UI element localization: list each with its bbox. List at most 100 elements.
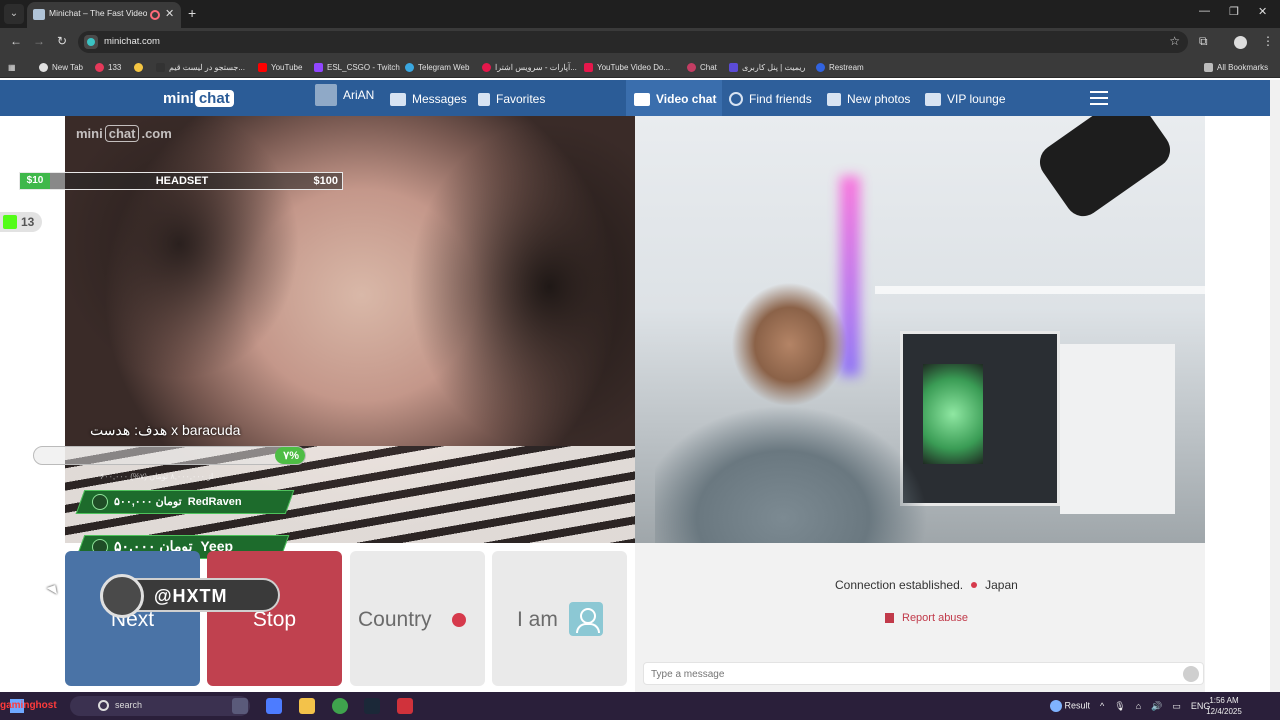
page-scrollbar[interactable] — [1270, 80, 1280, 692]
bookmark-item[interactable]: YouTube — [258, 61, 302, 73]
bookmark-item[interactable]: YouTube Video Do... — [584, 61, 670, 73]
search-icon — [98, 700, 109, 711]
donation-progress-detail: ۶۰۰,۰۰۰ از ۸,۰۰۰,۰۰۰ تومان (۷%) — [100, 472, 214, 481]
globe-icon — [39, 62, 48, 72]
partner-country: Japan — [985, 578, 1018, 592]
bookmark-item[interactable]: آپارات - سرویس اشترا... — [482, 61, 577, 73]
country-flag-icon — [452, 613, 466, 627]
social-handle-overlay: @HXTM — [100, 574, 280, 618]
bookmark-star-icon[interactable]: ☆ — [1169, 34, 1180, 48]
nav-video-chat[interactable]: Video chat — [634, 91, 716, 107]
tab-close-icon[interactable]: ✕ — [165, 7, 174, 20]
bookmark-item[interactable]: 133 — [95, 61, 121, 73]
hamburger-menu-icon[interactable] — [1090, 91, 1108, 105]
restream-icon — [816, 62, 825, 72]
kick-logo-icon — [3, 215, 17, 229]
country-filter-button[interactable]: Country — [350, 551, 485, 686]
browser-menu-icon[interactable]: ⋮ — [1262, 34, 1274, 48]
reload-icon[interactable]: ↻ — [57, 34, 67, 48]
weather-widget[interactable]: Result — [1050, 700, 1090, 712]
message-input[interactable] — [651, 667, 1171, 681]
nav-find-friends[interactable]: Find friends — [729, 91, 812, 107]
tab-favicon-icon — [33, 9, 45, 20]
envelope-icon — [390, 92, 406, 106]
taskbar-search-box[interactable]: search — [70, 696, 250, 716]
minichat-watermark: mini chat .com — [76, 125, 172, 142]
remit-icon — [729, 62, 738, 72]
youtube-icon — [584, 62, 593, 72]
user-gender-icon — [569, 602, 603, 636]
steam-icon[interactable] — [364, 698, 380, 714]
stop-button[interactable]: Stop — [207, 551, 342, 686]
next-button[interactable]: Next — [65, 551, 200, 686]
window-close-icon[interactable]: ✕ — [1258, 5, 1267, 18]
folder-icon — [1204, 62, 1213, 72]
app-icon[interactable] — [397, 698, 413, 714]
site-header: mini chat AriAN Messages Favorites Video… — [0, 80, 1270, 116]
taskbar-clock[interactable]: 1:56 AM 12/4/2025 — [1204, 695, 1244, 717]
battery-icon[interactable]: ▭ — [1172, 701, 1181, 712]
gender-select-button[interactable]: I am — [492, 551, 627, 686]
weather-icon — [1050, 700, 1062, 712]
bookmark-item[interactable]: New Tab — [39, 61, 83, 73]
bookmark-item[interactable]: ریمیت | پنل کاربری — [729, 61, 805, 73]
smile-icon — [134, 62, 143, 72]
donation-progress-bar: ۷% — [33, 446, 306, 465]
back-arrow-icon[interactable]: ← — [10, 34, 22, 48]
aparat-icon — [482, 62, 491, 72]
report-abuse-link[interactable]: Report abuse — [885, 612, 968, 624]
apps-grid-icon[interactable]: ▦ — [8, 61, 16, 73]
minichat-logo[interactable]: mini chat — [163, 87, 234, 109]
bookmark-item[interactable]: Telegram Web — [405, 61, 469, 73]
bookmark-item[interactable]: جستجو در لیست قیم... — [156, 61, 245, 73]
address-bar[interactable]: minichat.com ☆ — [78, 31, 1188, 53]
site-info-icon[interactable] — [84, 35, 98, 49]
self-camera-feed — [635, 116, 1205, 543]
bookmark-item[interactable]: Restream — [816, 61, 864, 73]
tab-search-chevron-icon[interactable]: ⌄ — [4, 4, 24, 24]
bookmark-icon — [478, 92, 490, 106]
bookmarks-bar: ▦ New Tab 133 جستجو در لیست قیم... YouTu… — [0, 56, 1280, 78]
emoji-icon[interactable] — [1183, 666, 1199, 682]
chrome-icon[interactable] — [332, 698, 348, 714]
nav-favorites[interactable]: Favorites — [478, 91, 545, 107]
message-input-box[interactable] — [643, 662, 1204, 685]
new-tab-plus-icon[interactable]: + — [188, 5, 196, 21]
goal-label: HEADSET — [155, 175, 209, 187]
microphone-icon[interactable]: 🎙 — [1114, 701, 1125, 712]
nav-messages[interactable]: Messages — [390, 91, 467, 107]
window-minimize-icon[interactable]: — — [1199, 5, 1210, 17]
nav-new-photos[interactable]: New photos — [827, 91, 910, 107]
volume-icon[interactable]: 🔊 — [1151, 701, 1162, 712]
copilot-icon[interactable] — [266, 698, 282, 714]
viewer-count: 13 — [21, 215, 35, 229]
browser-toolbar: ← → ↻ minichat.com ☆ ⧉ ⋮ — [0, 28, 1280, 56]
brand-icon — [95, 62, 104, 72]
video-chat-icon — [634, 92, 650, 106]
task-view-icon[interactable] — [232, 698, 248, 714]
browser-tab-active[interactable]: Minichat – The Fast Video C ✕ — [27, 2, 181, 28]
country-flag-icon — [971, 582, 978, 588]
crown-icon — [925, 92, 941, 106]
profile-avatar-icon[interactable] — [1234, 36, 1247, 49]
forward-arrow-icon[interactable]: → — [33, 34, 45, 48]
twitch-icon — [314, 62, 323, 72]
telegram-icon — [405, 62, 414, 72]
bookmark-item[interactable] — [134, 61, 143, 73]
all-bookmarks-folder[interactable]: All Bookmarks — [1204, 61, 1268, 73]
star-icon — [92, 494, 108, 510]
bookmark-item[interactable]: ESL_CSGO - Twitch — [314, 61, 400, 73]
recording-indicator-icon — [150, 10, 160, 20]
file-explorer-icon[interactable] — [299, 698, 315, 714]
bookmark-item[interactable]: Chat — [687, 61, 717, 73]
network-icon[interactable]: ⌂ — [1136, 701, 1141, 711]
donation-goal-title: هدف: هدست x baracuda — [90, 422, 241, 438]
window-restore-icon[interactable]: ❐ — [1229, 5, 1239, 18]
tray-overflow-chevron-icon[interactable]: ^ — [1100, 701, 1104, 711]
youtube-icon — [258, 62, 267, 72]
nav-vip-lounge[interactable]: VIP lounge — [925, 91, 1006, 107]
nav-profile[interactable]: AriAN — [315, 84, 374, 106]
extensions-puzzle-icon[interactable]: ⧉ — [1199, 34, 1208, 49]
photos-icon — [827, 92, 841, 106]
flag-icon — [885, 613, 894, 623]
